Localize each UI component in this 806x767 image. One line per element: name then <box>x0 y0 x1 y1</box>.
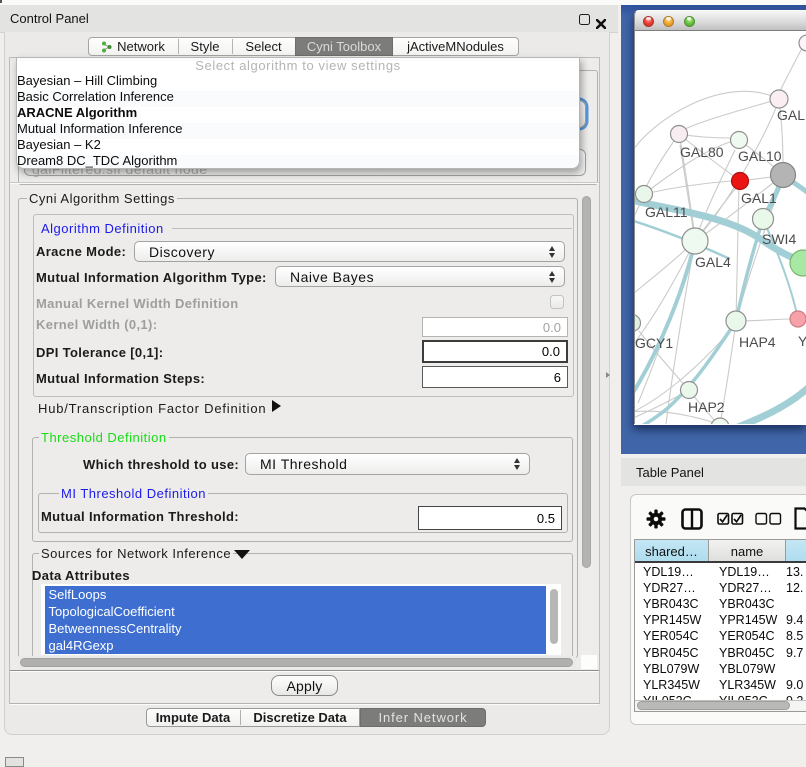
svg-text:GAL: GAL <box>777 107 805 123</box>
svg-text:SWI4: SWI4 <box>762 231 796 247</box>
svg-text:GCY1: GCY1 <box>635 335 673 351</box>
svg-text:HAP2: HAP2 <box>688 399 725 415</box>
svg-text:GAL4: GAL4 <box>695 254 731 270</box>
svg-text:GAL80: GAL80 <box>680 144 724 160</box>
svg-text:GAL11: GAL11 <box>645 204 688 220</box>
svg-text:GAL10: GAL10 <box>738 148 782 164</box>
svg-text:HAP4: HAP4 <box>739 334 776 350</box>
svg-text:Y: Y <box>798 333 806 349</box>
svg-text:GAL1: GAL1 <box>741 190 777 206</box>
